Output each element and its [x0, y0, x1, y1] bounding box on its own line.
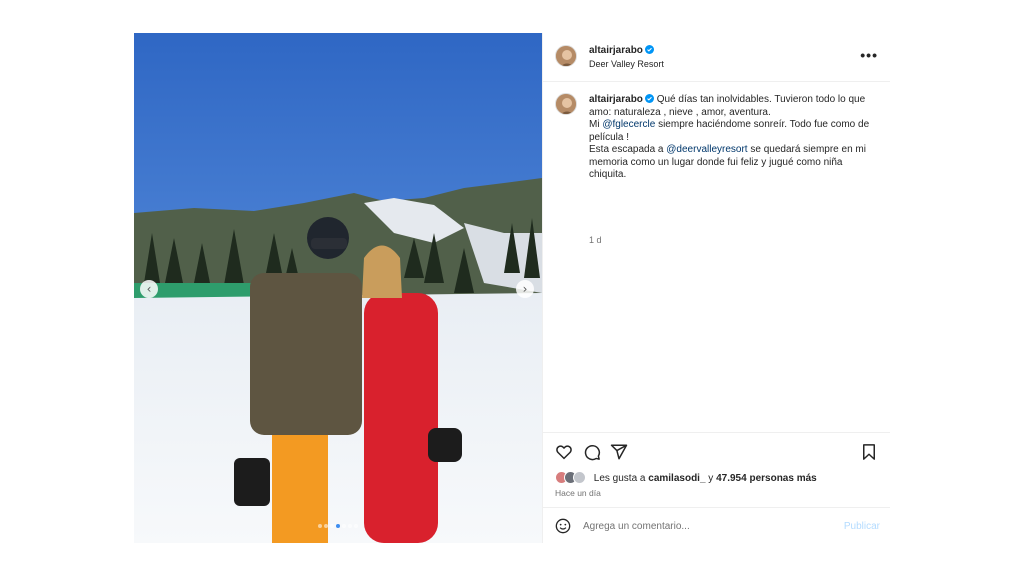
publish-button[interactable]: Publicar [844, 521, 880, 532]
comment-bar: Publicar [543, 507, 890, 543]
mention-link-fglecercle[interactable]: @fglecercle [602, 119, 655, 130]
caption-avatar[interactable] [555, 93, 577, 115]
emoji-icon [555, 518, 571, 534]
caption-timestamp[interactable]: 1 d [589, 235, 602, 245]
liker-avatars [555, 471, 591, 485]
caption-text: altairjarabo Qué días tan inolvidables. … [589, 94, 879, 182]
comment-input[interactable] [583, 517, 833, 535]
carousel-dot [348, 524, 352, 528]
liker-avatar [573, 471, 586, 484]
avatar[interactable] [555, 45, 577, 67]
save-button[interactable] [860, 443, 878, 461]
post-date[interactable]: Hace un día [555, 488, 601, 498]
like-button[interactable] [555, 443, 573, 461]
bookmark-icon [863, 444, 875, 460]
post-side-panel: altairjarabo Deer Valley Resort ••• alta… [542, 33, 890, 543]
carousel-dot [324, 524, 328, 528]
heart-icon [556, 445, 572, 460]
post-author[interactable]: altairjarabo [589, 45, 654, 56]
likes-text: Les gusta a camilasodi_ y 47.954 persona… [594, 473, 817, 484]
caption-line-2-prefix: Mi [589, 119, 603, 130]
mention-link-deervalleyresort[interactable]: @deervalleyresort [666, 144, 747, 155]
likes-middle: y [705, 472, 717, 484]
likes-prefix: Les gusta a [593, 472, 649, 484]
post-header: altairjarabo Deer Valley Resort ••• [543, 33, 890, 82]
profile-photo-icon [556, 94, 576, 114]
more-options-button[interactable]: ••• [860, 47, 878, 63]
verified-badge-icon [644, 45, 654, 54]
comment-button[interactable] [583, 443, 601, 461]
action-bar [543, 432, 890, 470]
post-photo[interactable]: ‹ › [134, 33, 542, 543]
caption-line-3-prefix: Esta escapada a [589, 144, 667, 155]
carousel-next-button[interactable]: › [516, 280, 534, 298]
profile-photo-icon [556, 46, 576, 66]
emoji-button[interactable] [555, 518, 571, 534]
carousel-dot [318, 524, 322, 528]
likes-user[interactable]: camilasodi_ [648, 473, 705, 484]
likes-count[interactable]: 47.954 personas más [716, 473, 817, 484]
carousel-dot [330, 524, 334, 528]
carousel-dot [342, 524, 346, 528]
instagram-post: ‹ › altairjarabo Deer Valley Resort ••• [134, 33, 890, 543]
share-button[interactable] [610, 443, 628, 461]
ski-photo-image [134, 33, 542, 543]
carousel-prev-button[interactable]: ‹ [140, 280, 158, 298]
carousel-indicator [134, 515, 542, 533]
carousel-dot [336, 524, 340, 528]
share-icon [610, 444, 628, 460]
post-author-name[interactable]: altairjarabo [589, 45, 643, 56]
post-location[interactable]: Deer Valley Resort [589, 59, 664, 69]
caption-author[interactable]: altairjarabo [589, 94, 643, 105]
likes-summary[interactable]: Les gusta a camilasodi_ y 47.954 persona… [555, 471, 817, 485]
caption-section: altairjarabo Qué días tan inolvidables. … [543, 82, 890, 432]
verified-badge-icon [644, 94, 654, 103]
carousel-dot [354, 524, 358, 528]
comment-icon [584, 444, 601, 461]
